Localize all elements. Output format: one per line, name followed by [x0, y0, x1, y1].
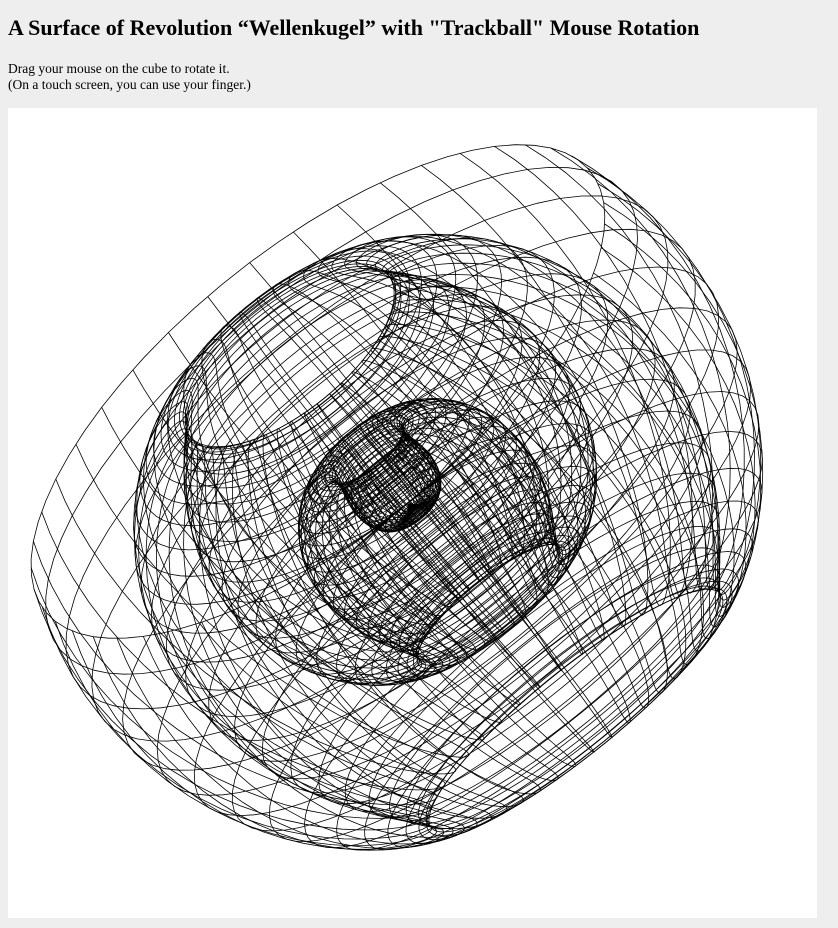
- instructions: Drag your mouse on the cube to rotate it…: [8, 61, 251, 93]
- surface-circle: [185, 269, 410, 464]
- instruction-line-2: (On a touch screen, you can use your fin…: [8, 77, 251, 92]
- surface-canvas[interactable]: [8, 108, 817, 918]
- wellenkugel-surface[interactable]: [8, 108, 817, 918]
- surface-meridian: [388, 299, 735, 639]
- surface-circle: [184, 270, 421, 475]
- page: A Surface of Revolution “Wellenkugel” wi…: [0, 0, 838, 928]
- page-title: A Surface of Revolution “Wellenkugel” wi…: [8, 15, 700, 40]
- instruction-line-1: Drag your mouse on the cube to rotate it…: [8, 61, 230, 76]
- surface-meridian: [262, 434, 524, 808]
